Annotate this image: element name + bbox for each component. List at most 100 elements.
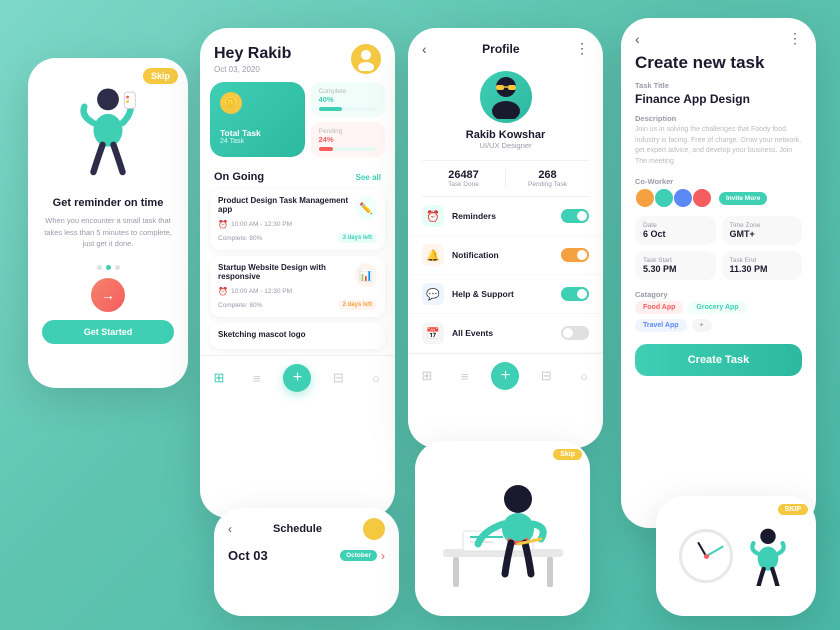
events-toggle[interactable] (561, 326, 589, 340)
profile-home-icon[interactable]: ⊞ (416, 365, 438, 387)
help-label: Help & Support (452, 289, 553, 299)
complete-pct: 40% (319, 95, 378, 104)
task1-title: Product Design Task Management app (218, 196, 355, 214)
help-icon: 💬 (422, 283, 444, 305)
schedule-header: ‹ Schedule (214, 508, 399, 544)
schedule-title: Schedule (273, 523, 322, 535)
profile-title: Profile (482, 42, 519, 56)
task-item-1[interactable]: Product Design Task Management app ✏️ ⏰ … (210, 189, 385, 250)
dot-2 (106, 265, 111, 270)
task-done-val: 26487 (422, 169, 505, 181)
tag-row: Food App Grocery App Travel App + (621, 301, 816, 340)
dot-1 (97, 265, 102, 270)
dashboard-header: Hey Rakib Oct 03, 2020 (200, 28, 395, 82)
desc-text: Join us in solving the challenges that F… (621, 125, 816, 173)
pending-pct: 24% (319, 135, 378, 144)
category-label: Catagory (621, 290, 816, 301)
menu-help[interactable]: 💬 Help & Support (408, 275, 603, 314)
events-icon: 📅 (422, 322, 444, 344)
time-row: Task Start 5.30 PM Task End 11.30 PM (621, 251, 816, 286)
chart-icon[interactable]: ≡ (246, 367, 268, 389)
task-status-boxes: Complete 40% Pending 24% (311, 82, 386, 157)
end-time-box[interactable]: Task End 11.30 PM (722, 251, 803, 280)
menu-reminders[interactable]: ⏰ Reminders (408, 197, 603, 236)
task1-pct: Complete: 80% (218, 235, 262, 242)
create-task-button[interactable]: Create Task (635, 344, 802, 376)
bottom-nav: ⊞ ≡ + ⊟ ○ (200, 355, 395, 402)
illus-skip-button[interactable]: Skip (553, 449, 582, 460)
complete-progress (319, 107, 378, 111)
invite-button[interactable]: Invite More (719, 192, 767, 205)
schedule-date-row: Oct 03 October › (214, 544, 399, 569)
more-button[interactable]: ⋮ (575, 40, 589, 57)
complete-fill (319, 107, 342, 111)
date-value: 6 Oct (643, 229, 708, 239)
next-arrow-button[interactable]: → (91, 278, 125, 312)
schedule-back-button[interactable]: ‹ (228, 522, 232, 536)
notification-toggle[interactable] (561, 248, 589, 262)
help-toggle[interactable] (561, 287, 589, 301)
ongoing-header: On Going See all (200, 165, 395, 189)
timezone-label: Time Zone (730, 222, 795, 229)
add-task-button[interactable]: + (283, 364, 311, 392)
profile-add-button[interactable]: + (491, 362, 519, 390)
tag-travel[interactable]: Travel App (635, 319, 687, 332)
clock-face (679, 529, 733, 583)
profile-list-icon[interactable]: ⊟ (535, 365, 557, 387)
coworker-2 (654, 188, 674, 208)
pending-stat: 268 Pending Task (506, 169, 589, 188)
coworker-section: Invite More (621, 188, 816, 216)
reminder-subtitle: When you encounter a small task that tak… (42, 215, 174, 249)
task-title-value[interactable]: Finance App Design (621, 92, 816, 110)
start-value: 5.30 PM (643, 264, 708, 274)
list-icon[interactable]: ⊟ (327, 367, 349, 389)
home-icon[interactable]: ⊞ (208, 367, 230, 389)
tag-grocery[interactable]: Grocery App (688, 301, 746, 314)
events-label: All Events (452, 328, 553, 338)
timezone-box[interactable]: Time Zone GMT+ (722, 216, 803, 245)
create-back-button[interactable]: ‹ (635, 31, 640, 47)
profile-chart-icon[interactable]: ≡ (454, 365, 476, 387)
reminder-text: Get reminder on time When you encounter … (28, 188, 188, 257)
get-started-button[interactable]: Get Started (42, 320, 174, 344)
schedule-avatar (363, 518, 385, 540)
profile-dot-icon[interactable]: ○ (573, 365, 595, 387)
task-done-label: Task Done (422, 181, 505, 188)
task1-icon: ✏️ (355, 196, 377, 220)
date-box[interactable]: Date 6 Oct (635, 216, 716, 245)
total-tasks-box: 🪙 Total Task 24 Task (210, 82, 305, 157)
profile-role: UI/UX Designer (479, 141, 531, 150)
user-avatar (351, 44, 381, 74)
task2-pct: Complete: 80% (218, 302, 262, 309)
task-stats: 🪙 Total Task 24 Task Complete 40% Pendin… (210, 82, 385, 157)
date-row: Date 6 Oct Time Zone GMT+ (621, 216, 816, 251)
reminder-icon: ⏰ (422, 205, 444, 227)
reminder-toggle[interactable] (561, 209, 589, 223)
coworker-4 (692, 188, 712, 208)
timezone-value: GMT+ (730, 229, 795, 239)
task2-time: ⏰ 10:00 AM - 12:30 PM (218, 287, 377, 296)
tag-food[interactable]: Food App (635, 301, 683, 314)
schedule-card: ‹ Schedule Oct 03 October › (214, 508, 399, 616)
pending-label: Pending Task (506, 181, 589, 188)
task2-days: 2 days left (338, 300, 377, 310)
tag-add-button[interactable]: + (692, 319, 712, 332)
menu-notification[interactable]: 🔔 Notification (408, 236, 603, 275)
date-text: Oct 03, 2020 (214, 65, 291, 74)
back-button[interactable]: ‹ (422, 41, 427, 57)
settings-icon[interactable]: ○ (365, 367, 387, 389)
next-month-button[interactable]: › (381, 549, 385, 563)
pending-val: 268 (506, 169, 589, 181)
menu-events[interactable]: 📅 All Events (408, 314, 603, 353)
see-all-button[interactable]: See all (356, 173, 381, 182)
working-illustration (423, 449, 583, 609)
create-more-button[interactable]: ⋮ (788, 30, 802, 47)
task-item-2[interactable]: Startup Website Design with responsive 📊… (210, 256, 385, 317)
date-label: Date (643, 222, 708, 229)
skip-button[interactable]: Skip (143, 68, 178, 84)
clock-skip-button[interactable]: SKIP (778, 504, 808, 515)
task-done-stat: 26487 Task Done (422, 169, 505, 188)
start-time-box[interactable]: Task Start 5.30 PM (635, 251, 716, 280)
task-item-3[interactable]: Sketching mascot logo (210, 323, 385, 349)
coworker-1 (635, 188, 655, 208)
